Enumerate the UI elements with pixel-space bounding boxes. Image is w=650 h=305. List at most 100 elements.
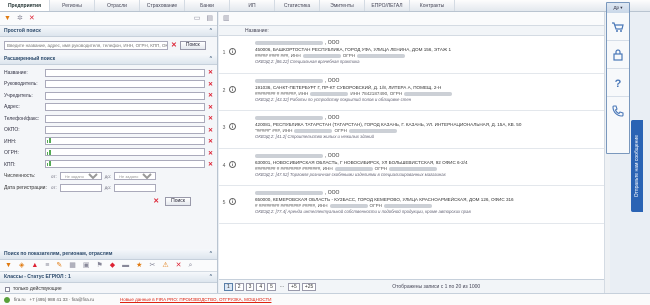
chart-icon[interactable]: ▲ <box>31 262 38 269</box>
simple-search-button[interactable]: Поиск <box>179 41 206 50</box>
address-field[interactable] <box>44 103 205 112</box>
collapse-chevron-icon[interactable]: ⌃ <box>209 272 213 282</box>
folder-icon[interactable]: ▬ <box>122 262 129 269</box>
collapse-chevron-icon[interactable]: ⌃ <box>209 249 213 259</box>
clear-icon[interactable]: ✕ <box>208 150 213 157</box>
registration-from-field[interactable] <box>59 183 102 192</box>
flag-icon[interactable]: ⚑ <box>96 262 102 269</box>
tab-insurance[interactable]: Страхование <box>140 0 185 11</box>
info-button[interactable]: i <box>229 186 241 223</box>
clear-icon[interactable]: ✕ <box>208 104 213 111</box>
page-jump-5[interactable]: +5 <box>288 282 300 291</box>
info-button[interactable]: i <box>229 111 241 148</box>
active-only-checkbox[interactable] <box>5 286 10 292</box>
feedback-tab[interactable]: Отправьте нам сообщение <box>631 120 643 212</box>
quick-actions-header[interactable]: Др ▾ <box>607 3 629 13</box>
page-button[interactable]: 1 <box>224 282 233 291</box>
table-row[interactable]: 2i , ООО 191036, САНКТ-ПЕТЕРБУРГ Г, ПР-КТ … <box>219 74 604 111</box>
classes-header[interactable]: Классы - Статус ЕГРЮЛ : 1 ⌃ <box>0 272 217 283</box>
reset-icon[interactable]: ✕ <box>153 198 159 205</box>
tab-banks[interactable]: Банки <box>185 0 230 11</box>
kpp-field[interactable] <box>44 159 205 168</box>
tools-icon[interactable]: ✂ <box>149 262 155 269</box>
okpo-field[interactable] <box>44 126 205 135</box>
clear-icon[interactable]: ✕ <box>208 115 213 122</box>
calendar-icon[interactable]: ▦ <box>69 262 76 269</box>
collapse-icon[interactable]: ▭ <box>194 15 201 22</box>
tag-icon[interactable]: ◆ <box>110 262 115 269</box>
doc-icon[interactable]: ▣ <box>83 262 90 269</box>
clear-icon[interactable]: ✕ <box>208 81 213 88</box>
clear-icon[interactable]: ✕ <box>208 92 213 99</box>
company-name[interactable]: , ООО <box>255 153 604 159</box>
info-button[interactable]: i <box>229 74 241 111</box>
page-button[interactable]: 2 <box>234 282 244 291</box>
filter-icon[interactable]: ▼ <box>4 15 11 22</box>
stats-icon[interactable] <box>46 149 52 155</box>
inn-field[interactable] <box>44 136 205 145</box>
search-icon[interactable]: ⌕ <box>188 262 192 269</box>
clear-icon[interactable]: ✕ <box>208 138 213 145</box>
tab-regions[interactable]: Регионы <box>50 0 95 11</box>
company-name[interactable]: , ООО <box>255 40 604 46</box>
info-icon[interactable]: i <box>229 123 236 130</box>
list-icon[interactable]: ≡ <box>45 262 49 269</box>
clear-icon[interactable]: ✕ <box>29 15 35 22</box>
chart-icon[interactable]: ▥ <box>223 15 230 22</box>
info-icon[interactable]: i <box>229 198 236 205</box>
advanced-search-header[interactable]: Расширенный поиск ⌃ <box>0 54 217 65</box>
simple-search-header[interactable]: Простой поиск ⌃ <box>0 26 217 37</box>
map-icon[interactable]: ◈ <box>19 262 24 269</box>
advanced-search-button[interactable]: Поиск <box>165 196 191 206</box>
cart-icon[interactable] <box>607 13 629 41</box>
tab-issuers[interactable]: Эмитенты <box>320 0 365 11</box>
page-button[interactable]: 3 <box>245 282 255 291</box>
tab-industries[interactable]: Отрасли <box>95 0 140 11</box>
info-icon[interactable]: i <box>229 160 236 168</box>
tool-icon[interactable]: ✎ <box>56 262 62 269</box>
table-row[interactable]: 1i , ООО 450006, БАШКОРТОСТАН РЕСПУБЛИКА, … <box>219 36 604 74</box>
name-field[interactable] <box>44 68 205 77</box>
director-field[interactable] <box>44 80 205 89</box>
stats-icon[interactable] <box>46 161 52 166</box>
founder-field[interactable] <box>44 91 205 100</box>
page-jump-25[interactable]: +25 <box>301 282 317 291</box>
indicators-header[interactable]: Поиск по показателям, регионам, отраслям… <box>0 249 217 260</box>
ogrn-field[interactable] <box>44 148 205 156</box>
page-button[interactable]: 5 <box>267 282 276 291</box>
lock-icon[interactable] <box>607 41 629 69</box>
collapse-chevron-icon[interactable]: ⌃ <box>209 54 213 64</box>
info-button[interactable]: i <box>229 149 241 186</box>
site-link[interactable]: fira.ru <box>14 297 26 302</box>
clear-icon[interactable]: ✕ <box>208 69 213 76</box>
promo-link[interactable]: Новые данные в FIRA PRO: ПРОИЗВОДСТВО, О… <box>120 297 271 302</box>
company-name[interactable]: , ООО <box>255 115 604 121</box>
delete-icon[interactable]: ✕ <box>176 262 182 269</box>
simple-search-input[interactable] <box>4 41 168 50</box>
collapse-chevron-icon[interactable]: ⌃ <box>209 26 213 36</box>
help-icon[interactable]: ? <box>607 69 629 97</box>
expand-icon[interactable]: ▤ <box>206 15 213 22</box>
page-button[interactable]: 4 <box>256 282 266 291</box>
star-icon[interactable]: ★ <box>136 262 142 269</box>
tab-statistics[interactable]: Статистика <box>275 0 320 11</box>
clear-search-icon[interactable]: ✕ <box>171 42 177 49</box>
tab-contracts[interactable]: Контракты <box>410 0 455 11</box>
tab-enterprises[interactable]: Предприятия <box>0 0 50 11</box>
table-row[interactable]: 4i , ООО 630001, НОВОСИБИРСКАЯ ОБЛАСТЬ, Г … <box>219 149 604 186</box>
registration-to-field[interactable] <box>114 183 157 192</box>
phone-field[interactable] <box>44 114 205 123</box>
phone-icon[interactable] <box>607 97 629 125</box>
stats-icon[interactable] <box>46 138 52 143</box>
info-button[interactable]: i <box>229 36 241 73</box>
clear-icon[interactable]: ✕ <box>208 161 213 168</box>
clear-icon[interactable]: ✕ <box>208 127 213 134</box>
column-name-header[interactable]: Название: <box>245 28 269 34</box>
company-name[interactable]: , ООО <box>255 190 604 196</box>
tab-ip[interactable]: ИП <box>230 0 275 11</box>
employees-from-select[interactable]: Не задано <box>59 172 102 181</box>
employees-to-select[interactable]: Не задано <box>114 172 157 181</box>
company-name[interactable]: , ООО <box>255 78 604 84</box>
tab-epro-legal[interactable]: ЕПРО/ЛЕГАЛ <box>365 0 410 11</box>
settings-icon[interactable]: ✲ <box>17 15 23 22</box>
